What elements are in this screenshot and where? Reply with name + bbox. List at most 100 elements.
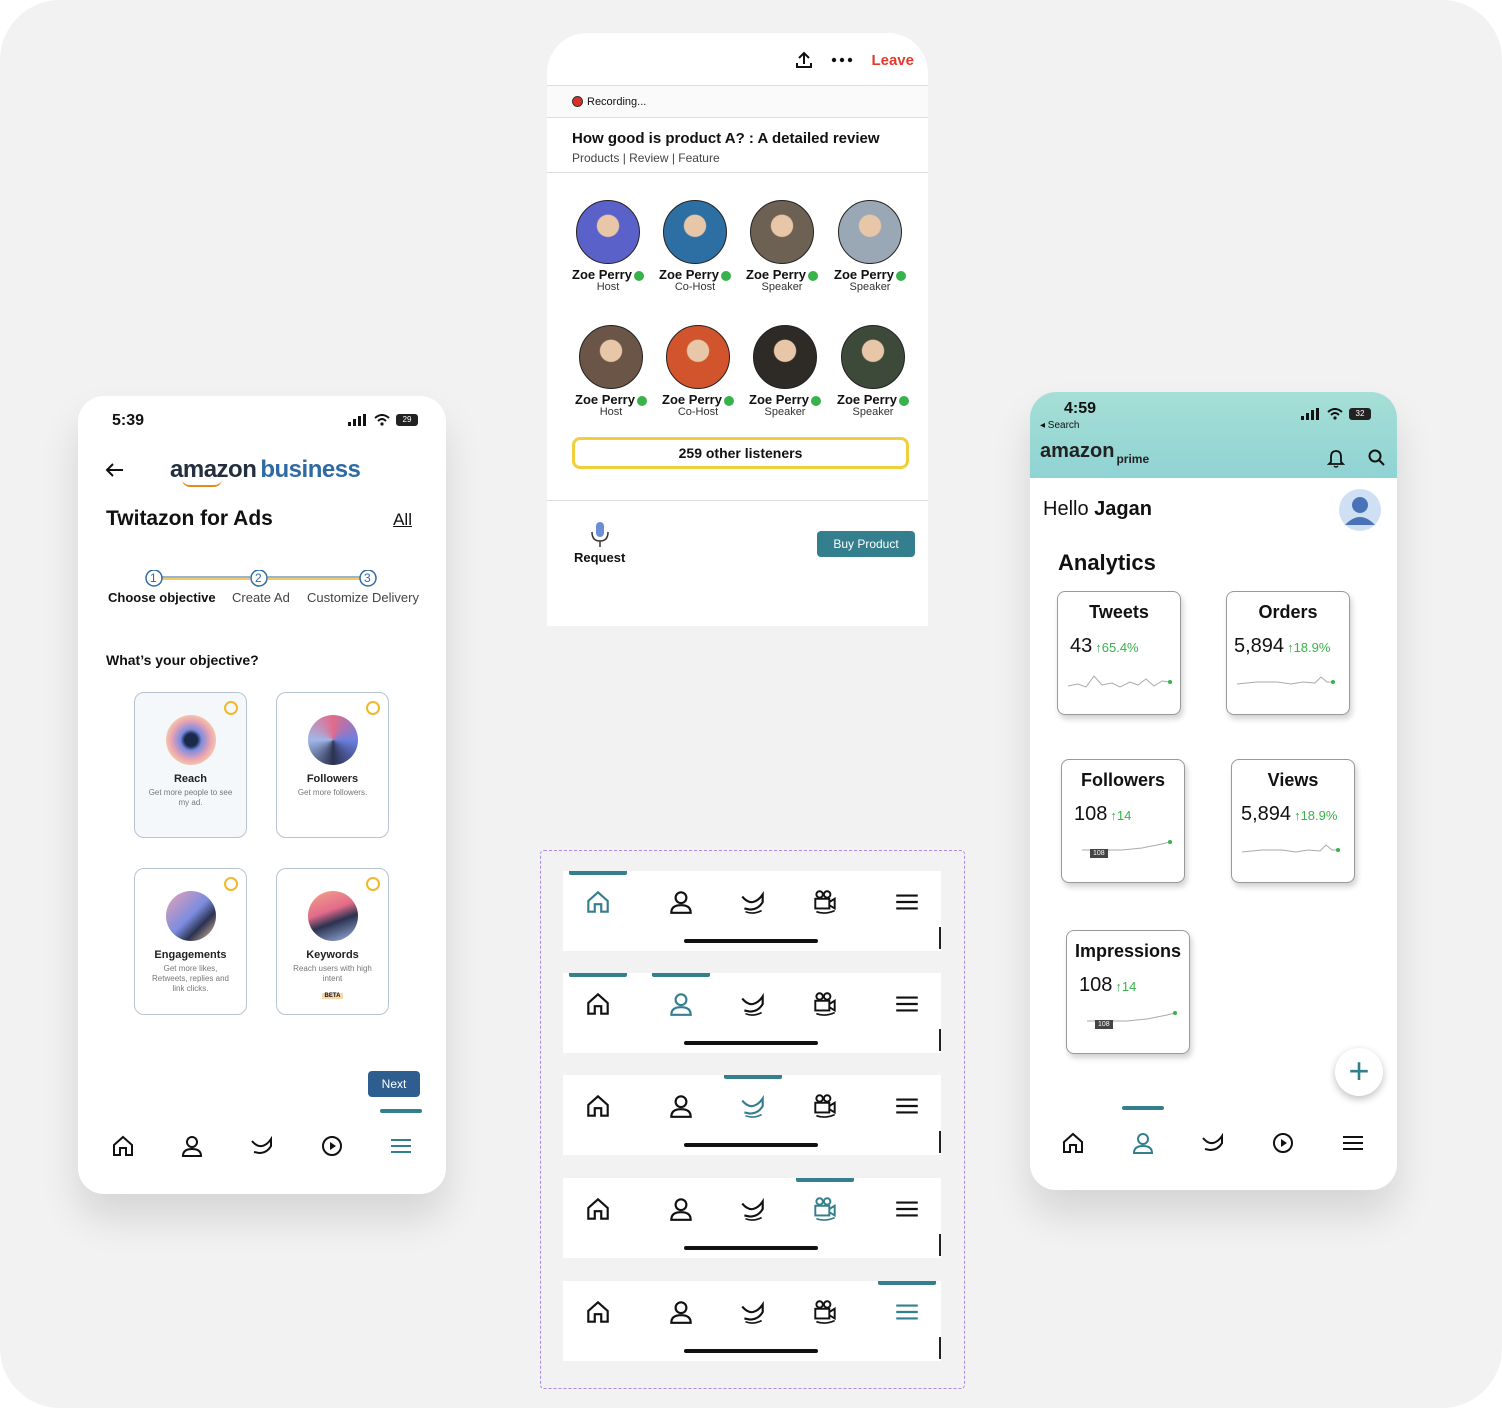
listeners-count[interactable]: 259 other listeners — [572, 437, 909, 469]
nav-video[interactable] — [806, 1293, 844, 1331]
nav-profile[interactable] — [175, 1129, 209, 1163]
nav-variants-frame — [540, 850, 965, 1389]
analytics-card-impressions[interactable]: Impressions 108 ↑14 108 — [1066, 930, 1190, 1054]
search-icon[interactable] — [1368, 449, 1386, 467]
participant[interactable]: Zoe Perry Speaker — [738, 200, 826, 293]
menu-icon — [893, 1298, 921, 1326]
analytics-card-views[interactable]: Views 5,894 ↑18.9% — [1231, 759, 1355, 883]
nav-twitazon[interactable] — [1196, 1126, 1230, 1160]
objective-card-reach[interactable]: Reach Get more people to see my ad. — [134, 692, 247, 838]
nav-profile[interactable] — [662, 1293, 700, 1331]
nav-profile[interactable] — [662, 1087, 700, 1125]
menu-icon — [893, 1195, 921, 1223]
nav-bird[interactable] — [734, 985, 772, 1023]
analytics-card-tweets[interactable]: Tweets 43 ↑65.4% — [1057, 591, 1181, 715]
card-value: 5,894 — [1234, 635, 1285, 657]
step-2-label[interactable]: Create Ad — [232, 590, 290, 605]
profile-icon — [182, 1136, 203, 1157]
greeting: Hello Jagan — [1043, 498, 1152, 520]
participant[interactable]: Zoe Perry Co-Host — [654, 325, 742, 418]
nav-bird[interactable] — [734, 1190, 772, 1228]
avatar[interactable] — [1339, 489, 1381, 531]
nav-menu[interactable] — [888, 1190, 926, 1228]
video-icon — [811, 888, 839, 916]
nav-profile[interactable] — [662, 1190, 700, 1228]
radio-icon[interactable] — [366, 701, 380, 715]
add-button[interactable]: + — [1335, 1048, 1383, 1096]
share-icon[interactable] — [795, 51, 813, 69]
nav-video[interactable] — [1266, 1126, 1300, 1160]
nav-video[interactable] — [806, 1087, 844, 1125]
value-tag: 108 — [1095, 1020, 1113, 1029]
nav-video[interactable] — [806, 985, 844, 1023]
analytics-card-orders[interactable]: Orders 5,894 ↑18.9% — [1226, 591, 1350, 715]
amazon-prime-logo: amazon prime — [1040, 440, 1150, 466]
play-icon — [1273, 1133, 1293, 1153]
nav-menu[interactable] — [1336, 1126, 1370, 1160]
objective-card-engagements[interactable]: Engagements Get more likes, Retweets, re… — [134, 868, 247, 1015]
nav-bird[interactable] — [734, 1087, 772, 1125]
reach-illustration-icon — [165, 715, 216, 765]
home-indicator — [684, 1246, 818, 1250]
nav-twitazon[interactable] — [245, 1129, 279, 1163]
space-title: How good is product A? : A detailed revi… — [572, 130, 880, 147]
nav-home[interactable] — [579, 1087, 617, 1125]
more-icon[interactable] — [831, 57, 853, 63]
objective-card-followers[interactable]: Followers Get more followers. — [276, 692, 389, 838]
nav-home[interactable] — [106, 1129, 140, 1163]
bell-icon[interactable] — [1326, 448, 1346, 468]
sparkline — [1068, 675, 1172, 688]
nav-profile[interactable] — [662, 883, 700, 921]
card-value: 43 — [1070, 635, 1093, 657]
nav-bird[interactable] — [734, 1293, 772, 1331]
active-indicator — [652, 973, 710, 977]
nav-home[interactable] — [579, 1293, 617, 1331]
radio-icon[interactable] — [224, 701, 238, 715]
back-to-search[interactable]: ◂ Search — [1040, 420, 1079, 431]
next-button[interactable]: Next — [368, 1071, 420, 1097]
nav-profile[interactable] — [662, 985, 700, 1023]
nav-menu[interactable] — [888, 1087, 926, 1125]
menu-icon — [893, 888, 921, 916]
nav-bird[interactable] — [734, 883, 772, 921]
participant[interactable]: Zoe Perry Speaker — [826, 200, 914, 293]
analytics-card-followers[interactable]: Followers 108 ↑14 108 — [1061, 759, 1185, 883]
buy-product-button[interactable]: Buy Product — [817, 531, 915, 557]
nav-menu[interactable] — [888, 883, 926, 921]
analytics-heading: Analytics — [1058, 550, 1156, 575]
step-1-label[interactable]: Choose objective — [108, 590, 216, 605]
objective-card-keywords[interactable]: Keywords Reach users with high intent BE… — [276, 868, 389, 1015]
avatar — [663, 200, 727, 264]
nav-menu[interactable] — [888, 985, 926, 1023]
user-avatar-icon — [1345, 497, 1375, 525]
nav-home[interactable] — [1056, 1126, 1090, 1160]
nav-profile[interactable] — [1122, 1106, 1164, 1160]
request-button[interactable]: Request — [574, 520, 625, 565]
card-value: 108 — [1079, 974, 1113, 996]
verified-icon — [633, 270, 644, 281]
back-arrow-icon[interactable] — [104, 462, 124, 478]
verified-icon — [723, 395, 734, 406]
step-3-label[interactable]: Customize Delivery — [307, 590, 419, 605]
radio-icon[interactable] — [366, 877, 380, 891]
participant-name: Zoe Perry — [654, 392, 742, 407]
nav-home[interactable] — [579, 1190, 617, 1228]
participant[interactable]: Zoe Perry Speaker — [829, 325, 917, 418]
participant[interactable]: Zoe Perry Co-Host — [651, 200, 739, 293]
nav-home[interactable] — [579, 883, 617, 921]
nav-variant — [563, 1281, 941, 1361]
nav-menu[interactable] — [380, 1109, 423, 1163]
nav-menu[interactable] — [888, 1293, 926, 1331]
video-icon — [811, 1092, 839, 1120]
nav-video[interactable] — [315, 1129, 349, 1163]
participant[interactable]: Zoe Perry Speaker — [741, 325, 829, 418]
nav-video[interactable] — [806, 883, 844, 921]
nav-home[interactable] — [579, 985, 617, 1023]
participant[interactable]: Zoe Perry Host — [564, 200, 652, 293]
participant-role: Speaker — [849, 281, 891, 293]
nav-video[interactable] — [806, 1190, 844, 1228]
all-link[interactable]: All — [393, 510, 412, 530]
leave-button[interactable]: Leave — [871, 52, 914, 69]
participant[interactable]: Zoe Perry Host — [567, 325, 655, 418]
radio-icon[interactable] — [224, 877, 238, 891]
